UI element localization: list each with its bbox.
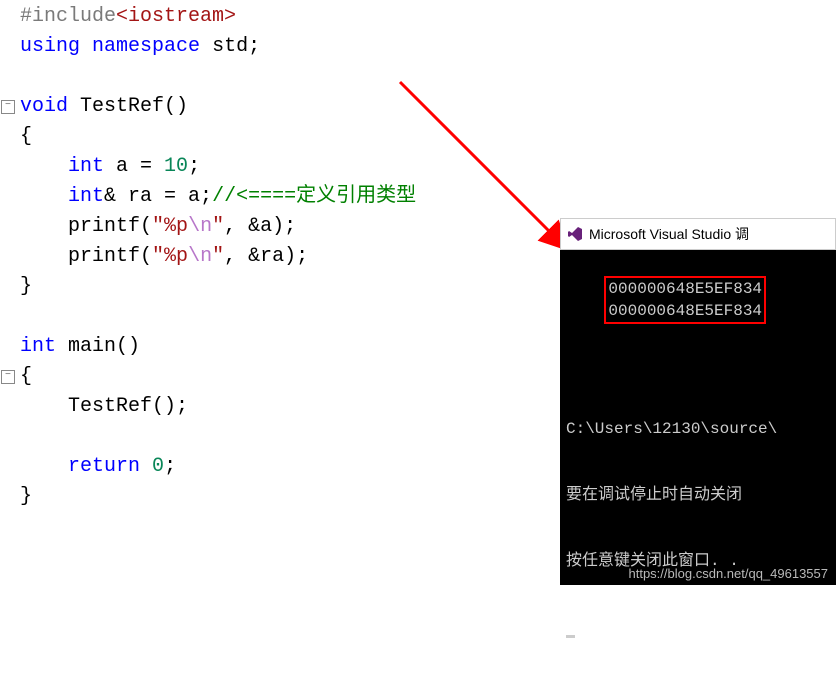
code-line [0, 302, 515, 332]
console-title-text: Microsoft Visual Studio 调 [589, 219, 749, 249]
code-line: #include<iostream> [0, 2, 515, 32]
fold-marker[interactable]: − [1, 370, 15, 384]
code-line: } [0, 272, 515, 302]
cursor-icon [566, 635, 575, 638]
code-line: } [0, 482, 515, 512]
watermark-text: https://blog.csdn.net/qq_49613557 [629, 566, 829, 581]
code-line: printf("%p\n", &ra); [0, 242, 515, 272]
code-editor: − − #include<iostream> using namespace s… [0, 0, 515, 589]
code-line: using namespace std; [0, 32, 515, 62]
code-line: void TestRef() [0, 92, 515, 122]
address-line: 000000648E5EF834 [608, 300, 762, 322]
console-line: 要在调试停止时自动关闭 [566, 484, 830, 506]
console-line: C:\Users\12130\source\ [566, 418, 830, 440]
code-line: { [0, 122, 515, 152]
code-line: return 0; [0, 452, 515, 482]
console-output: 000000648E5EF834000000648E5EF834 C:\User… [560, 250, 836, 686]
code-line: printf("%p\n", &a); [0, 212, 515, 242]
code-line [0, 62, 515, 92]
code-line: TestRef(); [0, 392, 515, 422]
code-line: int& ra = a;//<====定义引用类型 [0, 182, 515, 212]
code-line: int main() [0, 332, 515, 362]
address-line: 000000648E5EF834 [608, 278, 762, 300]
fold-gutter: − − [0, 0, 18, 585]
highlighted-addresses: 000000648E5EF834000000648E5EF834 [604, 276, 766, 324]
fold-marker[interactable]: − [1, 100, 15, 114]
debug-console-window: Microsoft Visual Studio 调 000000648E5EF8… [560, 218, 836, 585]
console-titlebar[interactable]: Microsoft Visual Studio 调 [560, 218, 836, 250]
visual-studio-icon [567, 226, 583, 242]
code-line: int a = 10; [0, 152, 515, 182]
code-line: { [0, 362, 515, 392]
code-line [0, 422, 515, 452]
